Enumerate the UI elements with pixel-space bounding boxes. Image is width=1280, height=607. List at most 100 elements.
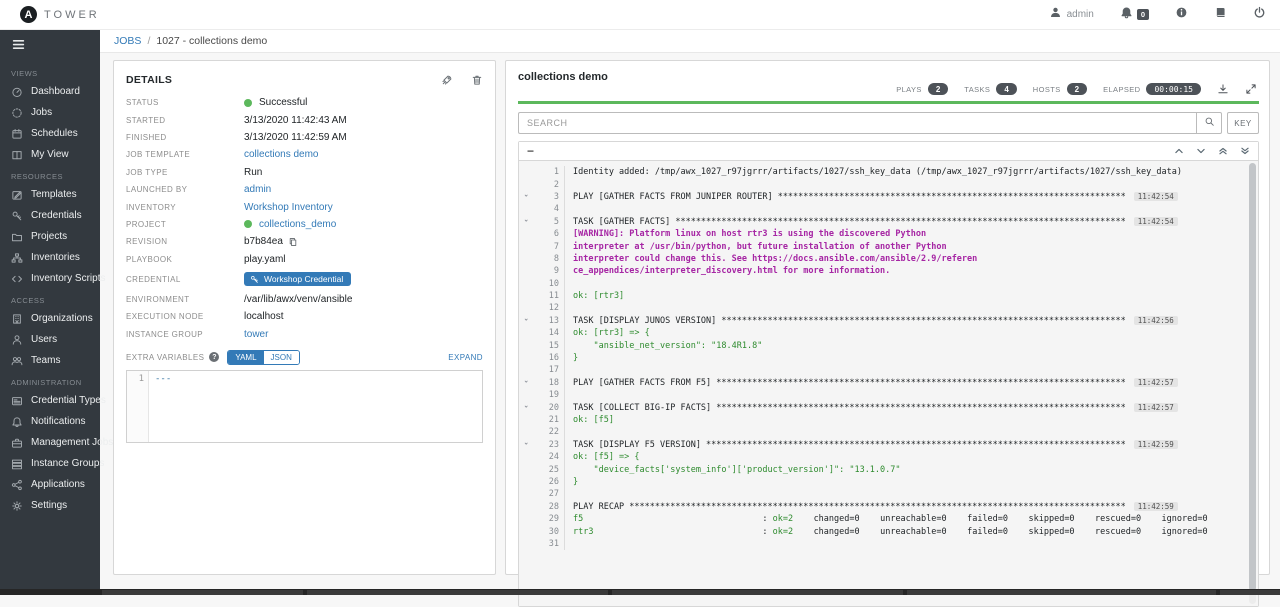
credential-chip[interactable]: Workshop Credential [244, 272, 351, 286]
output-gutter: 15 [519, 339, 565, 351]
line-text: interpreter could change this. See https… [573, 254, 977, 264]
line-text: } [573, 353, 578, 363]
sidebar-item-organizations[interactable]: Organizations [0, 308, 100, 329]
job-output-panel: collections demo PLAYS2TASKS4HOSTS2ELAPS… [505, 60, 1270, 575]
output-gutter: 21 [519, 414, 565, 426]
sidebar-item-templates[interactable]: Templates [0, 184, 100, 205]
user-menu[interactable]: admin [1049, 6, 1094, 24]
download-icon[interactable] [1217, 83, 1229, 95]
expand-link[interactable]: EXPAND [448, 353, 483, 362]
organizations-icon [11, 313, 23, 325]
detail-label: CREDENTIAL [126, 275, 244, 284]
sidebar: VIEWSDashboardJobsSchedulesMy ViewRESOUR… [0, 30, 100, 589]
detail-value-link[interactable]: collections_demo [259, 219, 336, 230]
collapse-task-icon[interactable] [519, 193, 535, 200]
detail-label: PROJECT [126, 220, 244, 229]
output-line: 14ok: [rtr3] => { [519, 327, 1258, 339]
output-gutter: 1 [519, 166, 565, 178]
sidebar-item-credentials[interactable]: Credentials [0, 205, 100, 226]
detail-value-link[interactable]: tower [244, 329, 268, 340]
detail-value-link[interactable]: admin [244, 184, 271, 195]
sidebar-item-teams[interactable]: Teams [0, 350, 100, 371]
json-toggle-button[interactable]: JSON [264, 351, 299, 364]
scrollbar-thumb[interactable] [1249, 163, 1256, 591]
search-input[interactable] [518, 112, 1196, 134]
output-gutter: 31 [519, 538, 565, 550]
sidebar-item-inventory-scripts[interactable]: Inventory Scripts [0, 268, 100, 289]
main-content: DETAILS STATUSSuccessfulSTARTED3/13/2020… [100, 53, 1280, 589]
collapse-task-icon[interactable] [519, 317, 535, 324]
collapse-task-icon[interactable] [519, 441, 535, 448]
line-text: PLAY [GATHER FACTS FROM JUNIPER ROUTER] … [573, 192, 1126, 202]
sidebar-item-instance-groups[interactable]: Instance Groups [0, 453, 100, 474]
timestamp-badge: 11:42:57 [1134, 403, 1178, 412]
detail-row-launched-by: LAUNCHED BYadmin [126, 181, 483, 198]
sidebar-item-management-jobs[interactable]: Management Jobs [0, 432, 100, 453]
scroll-bottom-icon[interactable] [1240, 146, 1250, 156]
sidebar-item-users[interactable]: Users [0, 329, 100, 350]
key-icon [250, 275, 259, 284]
sidebar-section-label: ADMINISTRATION [0, 371, 100, 390]
extra-variables-editor[interactable]: 1 --- [126, 370, 483, 443]
sidebar-section-label: VIEWS [0, 62, 100, 81]
detail-value: 3/13/2020 11:42:43 AM [244, 115, 347, 126]
applications-icon [11, 479, 23, 491]
line-number: 1 [535, 167, 564, 177]
detail-value-link[interactable]: collections demo [244, 149, 318, 160]
logout-button[interactable] [1253, 6, 1266, 24]
key-button[interactable]: KEY [1227, 112, 1259, 134]
breadcrumb-jobs-link[interactable]: JOBS [114, 35, 141, 47]
sidebar-item-projects[interactable]: Projects [0, 226, 100, 247]
collapse-task-icon[interactable] [519, 404, 535, 411]
output-gutter: 11 [519, 290, 565, 302]
sidebar-item-jobs[interactable]: Jobs [0, 102, 100, 123]
output-gutter: 25 [519, 463, 565, 475]
sidebar-item-notifications[interactable]: Notifications [0, 411, 100, 432]
sidebar-item-dashboard[interactable]: Dashboard [0, 81, 100, 102]
sidebar-item-credential-types[interactable]: Credential Types [0, 390, 100, 411]
book-icon [1214, 6, 1227, 24]
search-button[interactable] [1196, 112, 1222, 134]
sidebar-item-my-view[interactable]: My View [0, 144, 100, 165]
sidebar-item-schedules[interactable]: Schedules [0, 123, 100, 144]
scroll-up-icon[interactable] [1174, 146, 1184, 156]
copy-icon[interactable] [288, 237, 298, 247]
detail-label: INSTANCE GROUP [126, 330, 244, 339]
sidebar-item-label: Schedules [31, 128, 78, 139]
collapse-all-button[interactable]: − [527, 146, 534, 156]
line-number: 20 [535, 403, 564, 413]
relaunch-rocket-icon[interactable] [441, 74, 453, 86]
sidebar-item-settings[interactable]: Settings [0, 495, 100, 516]
yaml-toggle-button[interactable]: YAML [228, 351, 263, 364]
bell-icon [1120, 6, 1133, 24]
brand: A TOWER [20, 6, 100, 23]
stat-badge: 00:00:15 [1146, 83, 1201, 95]
line-number: 12 [535, 303, 564, 313]
stat-label: ELAPSED [1103, 85, 1140, 94]
sidebar-item-label: Notifications [31, 416, 85, 427]
detail-value: 3/13/2020 11:42:59 AM [244, 132, 347, 143]
collapse-task-icon[interactable] [519, 379, 535, 386]
sidebar-item-inventories[interactable]: Inventories [0, 247, 100, 268]
output-scrollbar[interactable] [1249, 163, 1256, 604]
delete-trash-icon[interactable] [471, 74, 483, 86]
collapse-task-icon[interactable] [519, 218, 535, 225]
docs-button[interactable] [1214, 6, 1227, 24]
detail-value: play.yaml [244, 254, 286, 265]
help-icon[interactable]: ? [209, 352, 219, 362]
output-line: 12 [519, 302, 1258, 314]
expand-output-icon[interactable] [1245, 83, 1257, 95]
menu-toggle-button[interactable] [0, 30, 100, 62]
output-line: 16} [519, 352, 1258, 364]
detail-value-link[interactable]: Workshop Inventory [244, 202, 333, 213]
about-button[interactable] [1175, 6, 1188, 24]
output-line: 10 [519, 278, 1258, 290]
scroll-top-icon[interactable] [1218, 146, 1228, 156]
line-text: rtr3 : ok=2 changed=0 unreachable=0 fail… [573, 527, 1208, 537]
line-text: TASK [GATHER FACTS] ********************… [573, 217, 1126, 227]
output-gutter: 30 [519, 525, 565, 537]
notifications-button[interactable]: 0 [1120, 6, 1149, 24]
scroll-down-icon[interactable] [1196, 146, 1206, 156]
sidebar-item-applications[interactable]: Applications [0, 474, 100, 495]
line-number: 15 [535, 341, 564, 351]
